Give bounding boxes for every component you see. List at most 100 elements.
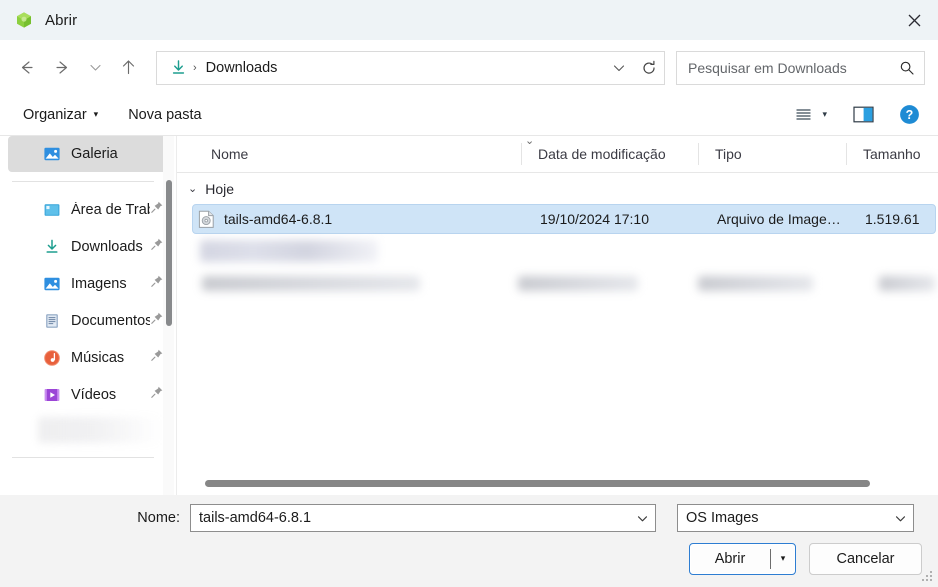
breadcrumb-downloads[interactable]: Downloads <box>200 58 284 78</box>
horizontal-scrollbar[interactable] <box>177 471 938 495</box>
filetype-value[interactable]: OS Images <box>678 510 887 526</box>
new-folder-button[interactable]: Nova pasta <box>119 102 210 128</box>
table-row[interactable]: tails-amd64-6.8.1 19/10/2024 17:10 Arqui… <box>192 204 936 234</box>
sidebar-scrollbar-thumb[interactable] <box>166 180 172 326</box>
sidebar-blurred-item <box>38 417 162 443</box>
blurred-table-row <box>177 273 938 293</box>
preview-pane-button[interactable] <box>847 100 880 130</box>
sidebar-label-galeria: Galeria <box>71 146 118 162</box>
pin-icon[interactable] <box>150 385 166 404</box>
list-view-icon <box>796 109 812 120</box>
sidebar-label-videos: Vídeos <box>71 386 117 403</box>
navigation-sidebar[interactable]: Galeria Área de Trab Downloads Imagens D… <box>0 136 176 495</box>
column-header-date[interactable]: Data de modificação <box>521 143 698 165</box>
breadcrumb-separator: › <box>193 61 197 74</box>
file-type-cell: Arquivo de Image… <box>717 211 841 227</box>
search-box[interactable]: Pesquisar em Downloads <box>676 50 925 85</box>
documents-icon <box>42 311 62 331</box>
column-header-type[interactable]: Tipo <box>698 143 846 165</box>
file-date-cell: 19/10/2024 17:10 <box>540 211 649 227</box>
file-list[interactable]: ⌄ Nome Data de modificação Tipo Tamanho … <box>176 136 938 495</box>
sidebar-item-galeria[interactable]: Galeria <box>8 136 168 172</box>
group-label: Hoje <box>205 180 235 197</box>
column-header-size[interactable]: Tamanho <box>846 143 938 165</box>
chevron-down-icon[interactable] <box>629 512 655 525</box>
back-button[interactable] <box>8 50 44 86</box>
group-header-hoje[interactable]: ⌄ Hoje <box>177 173 938 204</box>
sidebar-item-area-de-trabalho[interactable]: Área de Trab <box>8 191 168 228</box>
downloads-icon <box>42 237 62 257</box>
refresh-button[interactable] <box>634 52 664 84</box>
sidebar-label-area-de-trabalho: Área de Trab <box>71 201 150 218</box>
sidebar-divider-bottom <box>12 457 154 458</box>
pin-icon[interactable] <box>150 311 166 330</box>
dialog-footer: Nome: tails-amd64-6.8.1 OS Images Abrir … <box>0 495 938 587</box>
organize-label: Organizar <box>23 106 87 123</box>
chevron-down-icon[interactable]: ⌄ <box>188 182 197 195</box>
forward-button[interactable] <box>44 50 80 86</box>
sort-indicator-icon: ⌄ <box>525 136 535 147</box>
pin-icon[interactable] <box>150 274 166 293</box>
desktop-icon <box>42 200 62 220</box>
address-bar[interactable]: › Downloads <box>156 50 665 85</box>
recent-locations-button[interactable] <box>80 50 110 86</box>
filename-input[interactable]: tails-amd64-6.8.1 <box>191 510 629 526</box>
filename-combobox[interactable]: tails-amd64-6.8.1 <box>190 504 656 532</box>
organize-button[interactable]: Organizar ▾ <box>14 102 107 128</box>
filetype-combobox[interactable]: OS Images <box>677 504 914 532</box>
sidebar-item-documentos[interactable]: Documentos <box>8 302 168 339</box>
command-bar: Organizar ▾ Nova pasta ▾ ? <box>0 95 938 135</box>
blurred-date-cell <box>518 275 638 291</box>
resize-grip[interactable] <box>921 571 934 584</box>
refresh-icon <box>643 60 655 74</box>
sidebar-item-videos[interactable]: Vídeos <box>8 376 168 413</box>
column-header-name[interactable]: Nome <box>177 143 521 165</box>
action-buttons-row: Abrir ▾ Cancelar <box>0 532 938 575</box>
cancel-button-label: Cancelar <box>836 551 895 567</box>
chevron-down-icon[interactable] <box>887 512 913 525</box>
close-window-button[interactable] <box>891 0 938 40</box>
sidebar-item-imagens[interactable]: Imagens <box>8 265 168 302</box>
view-options-button[interactable]: ▾ <box>788 100 833 130</box>
horizontal-scrollbar-thumb[interactable] <box>205 479 870 487</box>
sidebar-item-downloads[interactable]: Downloads <box>8 228 168 265</box>
sidebar-label-imagens: Imagens <box>71 275 127 292</box>
search-input[interactable]: Pesquisar em Downloads <box>677 60 890 76</box>
preview-pane-icon <box>853 106 874 123</box>
svg-text:?: ? <box>906 108 914 122</box>
music-icon <box>42 348 62 368</box>
chevron-down-icon <box>613 64 625 71</box>
address-dropdown-button[interactable] <box>604 52 634 84</box>
forward-arrow-icon <box>55 61 67 74</box>
dialog-body: Galeria Área de Trab Downloads Imagens D… <box>0 135 938 495</box>
title-bar: Abrir <box>0 0 938 40</box>
gallery-icon <box>42 144 62 164</box>
close-icon <box>908 14 921 26</box>
help-button[interactable]: ? <box>893 100 926 130</box>
file-name-text: tails-amd64-6.8.1 <box>224 211 333 227</box>
filename-row: Nome: tails-amd64-6.8.1 OS Images <box>0 495 938 532</box>
blurred-name-cell <box>202 275 420 291</box>
blurred-size-cell <box>879 275 935 291</box>
file-name-cell: tails-amd64-6.8.1 <box>193 210 524 229</box>
videos-icon <box>42 385 62 405</box>
blurred-type-cell <box>698 275 813 291</box>
search-icon <box>890 60 924 76</box>
open-split-button[interactable]: Abrir ▾ <box>689 543 796 575</box>
new-folder-label: Nova pasta <box>128 106 202 123</box>
up-one-level-button[interactable] <box>110 50 146 86</box>
open-dropdown-arrow-icon[interactable]: ▾ <box>771 554 795 564</box>
navigation-bar: › Downloads Pesquisar em Downloads <box>0 40 938 95</box>
pin-icon[interactable] <box>150 200 166 219</box>
sidebar-divider <box>12 181 154 182</box>
iso-image-file-icon <box>198 210 215 229</box>
app-green-cube-icon <box>14 10 34 30</box>
pin-icon[interactable] <box>150 237 166 256</box>
open-file-dialog: Abrir › Downloads Pesquisar em Downloads… <box>0 0 938 587</box>
cancel-button[interactable]: Cancelar <box>809 543 922 575</box>
open-button-label: Abrir <box>714 551 746 567</box>
pin-icon[interactable] <box>150 348 166 367</box>
sidebar-item-musicas[interactable]: Músicas <box>8 339 168 376</box>
pictures-icon <box>42 274 62 294</box>
up-arrow-icon <box>122 60 134 75</box>
